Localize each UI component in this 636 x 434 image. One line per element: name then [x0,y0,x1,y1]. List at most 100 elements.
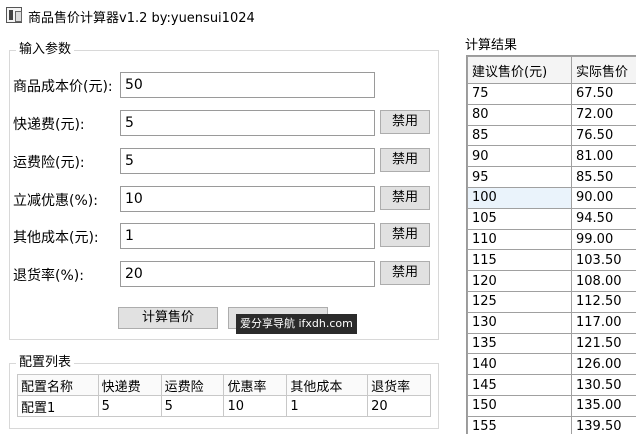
results-table[interactable]: 建议售价(元) 实际售价 75 67.50 80 72.00 85 76.50 90 81.0… [467,56,636,434]
table-row[interactable]: 110 99.00 [467,228,636,251]
table-cell[interactable]: 120 [467,270,572,292]
table-row[interactable]: 100 90.00 [467,186,636,209]
discount-disable-button[interactable]: 禁用 [380,186,430,210]
table-row[interactable]: 145 130.50 [467,374,636,396]
table-cell[interactable]: 85 [467,124,572,147]
table-cell[interactable]: 72.00 [571,103,636,126]
table-cell[interactable]: 126.00 [571,353,636,376]
other-cost-disable-button[interactable]: 禁用 [380,223,430,247]
column-header[interactable]: 建议售价(元) [467,56,572,84]
freight-insurance-disable-button[interactable]: 禁用 [380,148,430,172]
column-header[interactable]: 运费险 [160,374,225,396]
table-cell[interactable]: 140 [467,353,572,376]
table-row[interactable]: 120 108.00 [467,270,636,292]
table-cell[interactable]: 20 [367,395,431,417]
results-table-header: 建议售价(元) 实际售价 [467,56,636,84]
table-cell[interactable]: 105 [467,207,572,230]
shipping-fee-input[interactable] [120,110,375,136]
freight-insurance-input[interactable] [120,148,375,174]
table-cell[interactable]: 90 [467,145,572,168]
config-table-header: 配置名称 快递费 运费险 优惠率 其他成本 退货率 [17,374,431,396]
shipping-fee-row: 快递费(元): 禁用 [10,110,438,136]
table-row[interactable]: 75 67.50 [467,83,636,105]
discount-row: 立减优惠(%): 禁用 [10,186,438,212]
table-cell[interactable]: 103.50 [571,249,636,272]
discount-input[interactable] [120,186,375,212]
results-list[interactable]: 建议售价(元) 实际售价 75 67.50 80 72.00 85 76.50 90 81.0… [466,55,636,434]
table-cell[interactable]: 5 [97,395,162,417]
calculate-price-button[interactable]: 计算售价 [118,307,218,329]
table-cell[interactable]: 115 [467,249,572,272]
results-table-body: 75 67.50 80 72.00 85 76.50 90 81.00 95 85.50 100 90… [467,83,636,434]
cost-price-input[interactable] [120,72,375,98]
column-header[interactable]: 优惠率 [223,374,288,396]
table-cell[interactable]: 145 [467,374,572,396]
return-rate-disable-button[interactable]: 禁用 [380,261,430,285]
table-row[interactable]: 105 94.50 [467,207,636,230]
table-row[interactable]: 90 81.00 [467,145,636,168]
table-cell[interactable]: 76.50 [571,124,636,147]
table-cell[interactable]: 81.00 [571,145,636,168]
table-cell[interactable]: 121.50 [571,332,636,355]
table-cell[interactable]: 100 [467,186,572,209]
freight-insurance-label: 运费险(元): [13,155,85,171]
column-header[interactable]: 配置名称 [17,374,99,396]
table-row[interactable]: 155 139.50 [467,415,636,434]
table-cell[interactable]: 130 [467,311,572,334]
table-row[interactable]: 140 126.00 [467,353,636,376]
app-icon [6,7,22,23]
cost-price-label: 商品成本价(元): [13,79,113,95]
table-cell[interactable]: 117.00 [571,311,636,334]
table-cell[interactable]: 135.00 [571,394,636,417]
column-header[interactable]: 实际售价 [571,56,636,84]
table-cell[interactable]: 95 [467,166,572,188]
table-cell[interactable]: 139.50 [571,415,636,434]
watermark-overlay: 爱分享导航 ifxdh.com [236,314,357,334]
table-row[interactable]: 115 103.50 [467,249,636,272]
column-header[interactable]: 其他成本 [286,374,369,396]
table-cell[interactable]: 125 [467,290,572,313]
table-cell[interactable]: 85.50 [571,166,636,188]
table-cell[interactable]: 108.00 [571,270,636,292]
table-row[interactable]: 135 121.50 [467,332,636,355]
config-table[interactable]: 配置名称 快递费 运费险 优惠率 其他成本 退货率 配置1 5 5 10 1 2… [17,374,431,417]
table-cell[interactable]: 155 [467,415,572,434]
title-bar: 商品售价计算器v1.2 by:yuensui1024 [0,0,636,34]
table-cell[interactable]: 135 [467,332,572,355]
table-cell[interactable]: 90.00 [571,186,636,209]
table-cell[interactable]: 10 [223,395,288,417]
column-header[interactable]: 快递费 [97,374,162,396]
input-params-legend: 输入参数 [16,42,75,58]
table-row[interactable]: 150 135.00 [467,394,636,417]
table-cell[interactable]: 80 [467,103,572,126]
discount-label: 立减优惠(%): [13,193,98,209]
return-rate-input[interactable] [120,261,375,287]
other-cost-input[interactable] [120,223,375,249]
table-cell[interactable]: 99.00 [571,228,636,251]
table-row[interactable]: 125 112.50 [467,290,636,313]
return-rate-row: 退货率(%): 禁用 [10,261,438,287]
table-row[interactable]: 85 76.50 [467,124,636,147]
table-row[interactable]: 配置1 5 5 10 1 20 [17,395,431,417]
table-row[interactable]: 130 117.00 [467,311,636,334]
other-cost-label: 其他成本(元): [13,230,99,246]
table-cell[interactable]: 130.50 [571,374,636,396]
table-cell[interactable]: 110 [467,228,572,251]
table-cell[interactable]: 75 [467,83,572,105]
table-row[interactable]: 80 72.00 [467,103,636,126]
freight-insurance-row: 运费险(元): 禁用 [10,148,438,174]
table-cell[interactable]: 94.50 [571,207,636,230]
shipping-fee-label: 快递费(元): [13,117,85,133]
other-cost-row: 其他成本(元): 禁用 [10,223,438,249]
table-cell[interactable]: 配置1 [17,395,99,417]
table-cell[interactable]: 67.50 [571,83,636,105]
shipping-fee-disable-button[interactable]: 禁用 [380,110,430,134]
table-cell[interactable]: 1 [286,395,369,417]
input-params-group: 输入参数 商品成本价(元): 快递费(元): 禁用 运费险(元): 禁用 立减优… [9,42,439,340]
table-cell[interactable]: 5 [160,395,225,417]
table-cell[interactable]: 150 [467,394,572,417]
table-cell[interactable]: 112.50 [571,290,636,313]
column-header[interactable]: 退货率 [367,374,431,396]
table-row[interactable]: 95 85.50 [467,166,636,188]
config-list-group: 配置列表 配置名称 快递费 运费险 优惠率 其他成本 退货率 配置1 5 5 1… [9,355,439,429]
